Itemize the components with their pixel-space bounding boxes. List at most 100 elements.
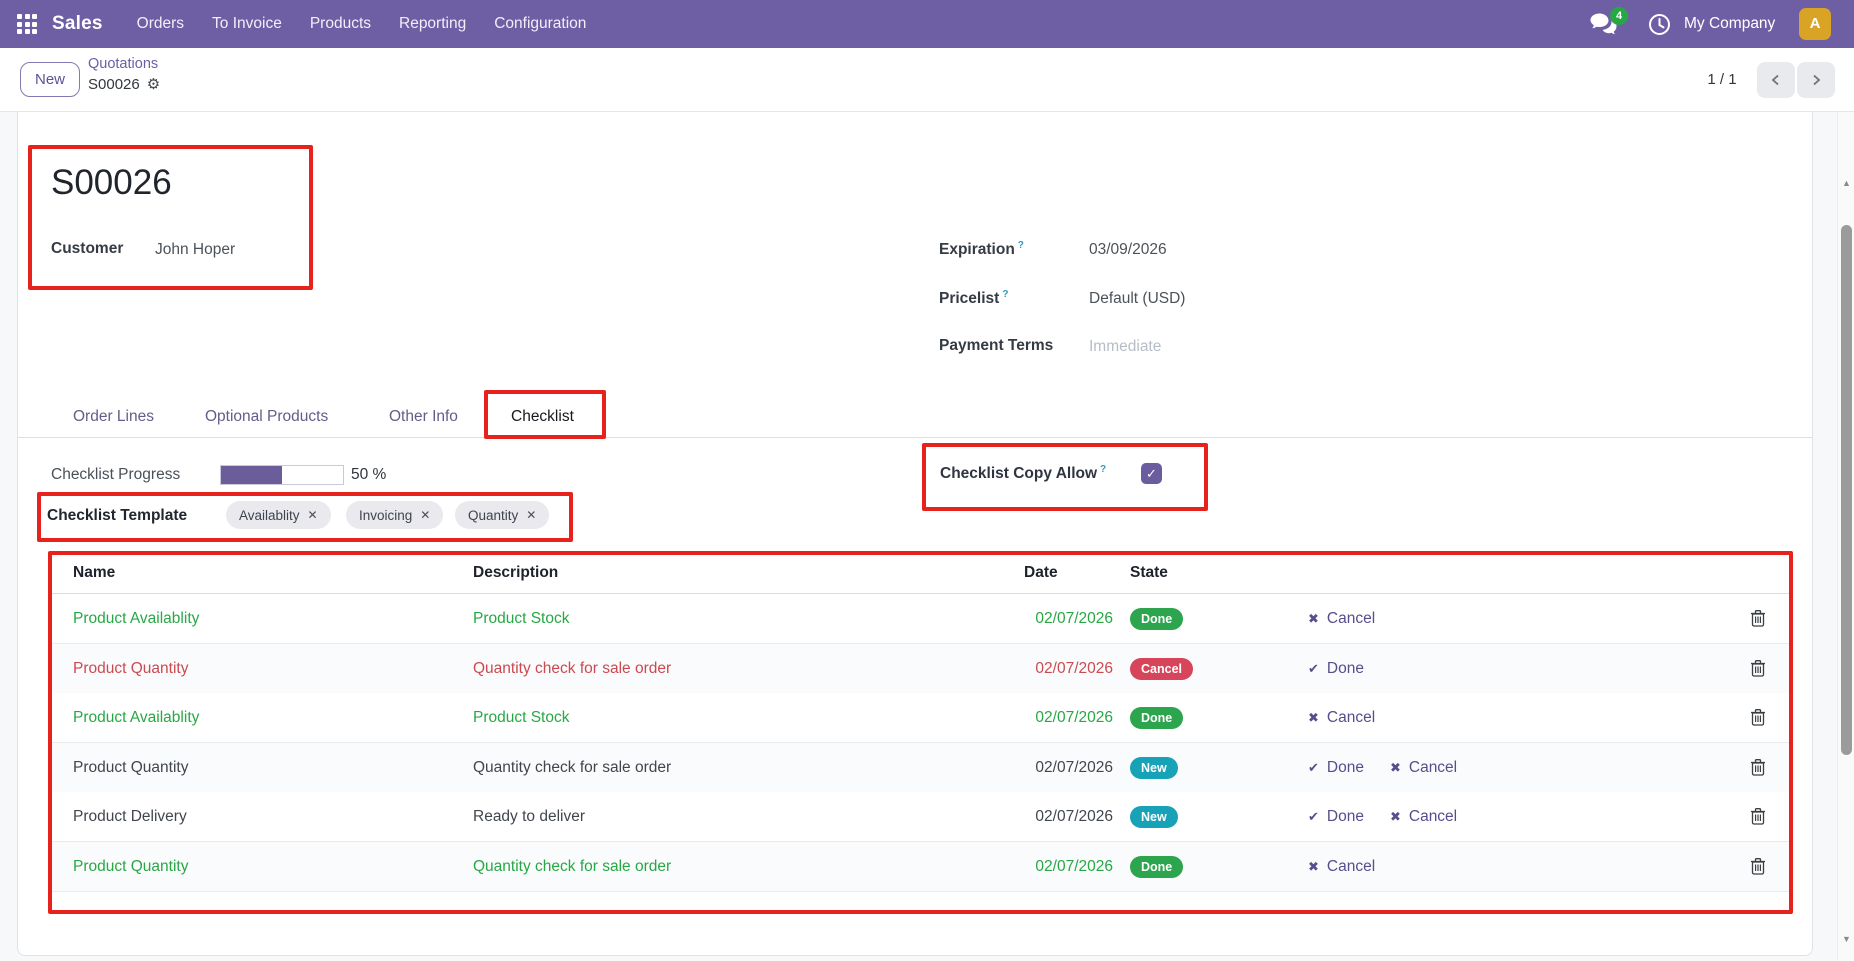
pager-previous-button[interactable] — [1757, 62, 1795, 98]
field-label-expiration: Expiration? — [939, 240, 1024, 259]
table-row[interactable]: Product Quantity Quantity check for sale … — [48, 644, 1793, 694]
nav-menu-products[interactable]: Products — [296, 0, 385, 48]
table-row[interactable]: Product DeliveryReady to deliver02/07/20… — [48, 792, 1793, 842]
scrollbar-thumb[interactable] — [1841, 225, 1852, 755]
delete-row-button[interactable] — [1748, 708, 1768, 728]
pager-next-button[interactable] — [1797, 62, 1835, 98]
new-button[interactable]: New — [20, 62, 80, 97]
customer-label: Customer — [51, 240, 123, 258]
company-switcher[interactable]: My Company — [1684, 0, 1775, 48]
user-avatar[interactable]: A — [1799, 8, 1831, 40]
gear-icon[interactable]: ⚙ — [147, 76, 160, 93]
scroll-up-icon[interactable]: ▲ — [1838, 178, 1854, 188]
check-icon: ✔ — [1308, 661, 1319, 677]
row-action-label: Cancel — [1409, 759, 1457, 777]
nav-menu-orders[interactable]: Orders — [123, 0, 198, 48]
row-action-cancel[interactable]: ✖Cancel — [1308, 610, 1375, 628]
navbar-left: Sales OrdersTo InvoiceProductsReportingC… — [0, 0, 600, 48]
delete-row-button[interactable] — [1748, 609, 1768, 629]
scroll-down-icon[interactable]: ▼ — [1838, 934, 1854, 944]
pager-count: 1 / 1 — [1694, 48, 1750, 112]
field-row-pricelist: Pricelist?Default (USD) — [939, 289, 1499, 309]
delete-row-button[interactable] — [1748, 857, 1768, 877]
row-action-cancel[interactable]: ✖Cancel — [1390, 808, 1457, 826]
table-row[interactable]: Product AvailablityProduct Stock02/07/20… — [48, 594, 1793, 644]
field-row-expiration: Expiration? 03/09/2026 — [939, 240, 1499, 260]
column-header-name[interactable]: Name — [73, 551, 115, 594]
state-badge: New — [1130, 757, 1178, 779]
tab-optional-products[interactable]: Optional Products — [205, 404, 328, 430]
check-icon: ✔ — [1308, 809, 1319, 825]
help-icon[interactable]: ? — [1100, 464, 1106, 475]
checklist-template-label: Checklist Template — [47, 507, 187, 525]
cell-date: 02/07/2026 — [948, 594, 1113, 644]
vertical-scrollbar[interactable]: ▲ ▼ — [1837, 112, 1854, 961]
row-action-label: Cancel — [1409, 808, 1457, 826]
tab-checklist[interactable]: Checklist — [511, 404, 574, 430]
delete-row-button[interactable] — [1748, 758, 1768, 778]
apps-grid-icon[interactable] — [17, 14, 37, 34]
checklist-progress-fill — [221, 466, 282, 484]
row-action-cancel[interactable]: ✖ Cancel — [1390, 759, 1457, 777]
cell-description: Product Stock — [473, 693, 570, 743]
cell-description: Quantity check for sale order — [473, 644, 671, 694]
breadcrumb-quotations-link[interactable]: Quotations — [88, 55, 160, 76]
field-label-payment-terms: Payment Terms — [939, 337, 1053, 355]
nav-menu-configuration[interactable]: Configuration — [480, 0, 600, 48]
cell-date: 02/07/2026 — [948, 693, 1113, 743]
row-action-cancel[interactable]: ✖Cancel — [1308, 709, 1375, 727]
row-action-done[interactable]: ✔ Done — [1308, 660, 1364, 678]
tag-remove-icon[interactable]: ✕ — [308, 508, 318, 522]
delete-row-button[interactable] — [1748, 659, 1768, 679]
template-tag-invoicing: Invoicing ✕ — [346, 501, 443, 529]
help-icon[interactable]: ? — [1018, 240, 1024, 251]
column-header-description[interactable]: Description — [473, 551, 558, 594]
checklist-table: Name Description Date State Product Availab… — [48, 551, 1793, 914]
trash-icon — [1750, 609, 1766, 627]
table-row[interactable]: Product AvailablityProduct Stock02/07/20… — [48, 693, 1793, 743]
top-navbar: Sales OrdersTo InvoiceProductsReportingC… — [0, 0, 1854, 48]
row-action-label: Done — [1327, 660, 1364, 678]
row-action-done[interactable]: ✔Done — [1308, 759, 1364, 777]
cell-description: Quantity check for sale order — [473, 842, 671, 892]
table-row[interactable]: Product QuantityQuantity check for sale … — [48, 842, 1793, 892]
template-tag-label: Invoicing — [359, 508, 412, 523]
template-tag-quantity: Quantity✕ — [455, 501, 549, 529]
field-value-pricelist[interactable]: Default (USD) — [1089, 290, 1185, 308]
state-badge: New — [1130, 806, 1178, 828]
chevron-left-icon — [1769, 73, 1783, 87]
customer-value[interactable]: John Hoper — [155, 241, 235, 259]
checklist-copy-allow-checkbox[interactable]: ✓ — [1141, 463, 1162, 484]
x-icon: ✖ — [1390, 760, 1401, 776]
tag-remove-icon[interactable]: ✕ — [526, 508, 536, 522]
row-action-cancel[interactable]: ✖Cancel — [1308, 858, 1375, 876]
trash-icon — [1750, 758, 1766, 776]
row-actions: ✔ Done ✖Cancel — [1308, 792, 1457, 842]
state-badge: Done — [1130, 608, 1183, 630]
cell-name: Product Quantity — [73, 644, 188, 694]
cell-date: 02/07/2026 — [948, 792, 1113, 842]
app-name[interactable]: Sales — [52, 13, 103, 35]
field-value-payment-terms[interactable]: Immediate — [1089, 338, 1161, 356]
activities-button[interactable] — [1648, 13, 1671, 41]
row-action-done[interactable]: ✔ Done — [1308, 808, 1364, 826]
column-header-date[interactable]: Date — [1024, 551, 1058, 594]
cell-description: Ready to deliver — [473, 792, 585, 842]
nav-menu-to-invoice[interactable]: To Invoice — [198, 0, 296, 48]
help-icon[interactable]: ? — [1002, 289, 1008, 300]
state-badge: Cancel — [1130, 658, 1193, 680]
row-actions: ✔Done ✖ Cancel — [1308, 743, 1457, 793]
table-row[interactable]: Product QuantityQuantity check for sale … — [48, 743, 1793, 793]
delete-row-button[interactable] — [1748, 807, 1768, 827]
cell-date: 02/07/2026 — [948, 842, 1113, 892]
checklist-progress-value: 50 % — [351, 466, 386, 484]
tab-order-lines[interactable]: Order Lines — [73, 404, 154, 430]
table-header-row: Name Description Date State — [48, 551, 1793, 594]
field-value-expiration[interactable]: 03/09/2026 — [1089, 241, 1167, 259]
trash-icon — [1750, 807, 1766, 825]
column-header-state[interactable]: State — [1130, 551, 1168, 594]
tab-other-info[interactable]: Other Info — [389, 404, 458, 430]
nav-menu-reporting[interactable]: Reporting — [385, 0, 480, 48]
tag-remove-icon[interactable]: ✕ — [420, 508, 430, 522]
row-action-label: Done — [1327, 808, 1364, 826]
